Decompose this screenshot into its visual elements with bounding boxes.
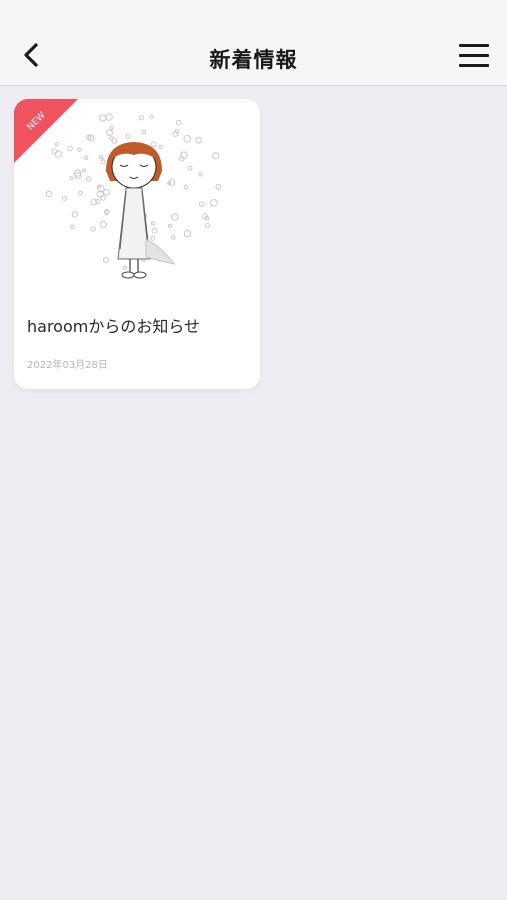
halo-dot bbox=[141, 129, 147, 135]
halo-dot bbox=[105, 113, 113, 121]
menu-button[interactable] bbox=[457, 40, 491, 70]
status-bar bbox=[0, 0, 507, 28]
halo-dot bbox=[151, 227, 158, 234]
halo-dot bbox=[150, 141, 157, 148]
halo-dot bbox=[71, 211, 78, 218]
halo-dot bbox=[125, 133, 131, 140]
halo-dot bbox=[171, 235, 176, 240]
halo-dot bbox=[106, 129, 113, 137]
halo-dot bbox=[175, 119, 182, 126]
halo-dot bbox=[102, 256, 110, 263]
halo-dot bbox=[168, 224, 172, 228]
halo-dot bbox=[215, 183, 222, 190]
halo-dot bbox=[171, 213, 179, 221]
halo-dot bbox=[100, 159, 106, 165]
halo-dot bbox=[183, 229, 192, 238]
girl-illustration bbox=[106, 142, 175, 279]
halo-dot bbox=[198, 201, 205, 207]
halo-dot bbox=[183, 184, 189, 190]
halo-dot bbox=[150, 221, 155, 226]
halo-dot bbox=[99, 114, 107, 122]
halo-dot bbox=[62, 195, 68, 201]
halo-dot bbox=[212, 152, 220, 160]
halo-dot bbox=[138, 115, 144, 121]
halo-dot bbox=[45, 190, 53, 198]
halo-dot bbox=[99, 220, 108, 229]
halo-dot bbox=[150, 235, 156, 241]
halo-dot bbox=[210, 199, 218, 207]
halo-dot bbox=[70, 224, 75, 230]
news-card[interactable]: NEW haroomからのお知らせ 2022年03月28日 bbox=[14, 99, 260, 389]
halo-dot bbox=[195, 137, 203, 144]
halo-dot bbox=[198, 172, 203, 177]
halo-dot bbox=[95, 198, 101, 205]
news-title: haroomからのお知らせ bbox=[27, 317, 201, 336]
halo-dot bbox=[183, 135, 192, 143]
halo-dot bbox=[123, 265, 127, 270]
new-badge: NEW bbox=[14, 99, 78, 163]
halo-dot bbox=[204, 222, 211, 229]
halo-dot bbox=[103, 188, 110, 196]
halo-dot bbox=[111, 137, 118, 144]
halo-dot bbox=[98, 155, 104, 160]
halo-dot bbox=[187, 165, 193, 171]
news-date: 2022年03月28日 bbox=[27, 360, 108, 371]
halo-dot bbox=[109, 125, 115, 130]
nav-header: 新着情報 bbox=[0, 28, 507, 86]
halo-dot bbox=[90, 226, 96, 232]
halo-dot bbox=[158, 144, 163, 149]
halo-dot bbox=[78, 190, 83, 196]
halo-dot bbox=[149, 114, 154, 119]
page-title: 新着情報 bbox=[209, 48, 298, 72]
